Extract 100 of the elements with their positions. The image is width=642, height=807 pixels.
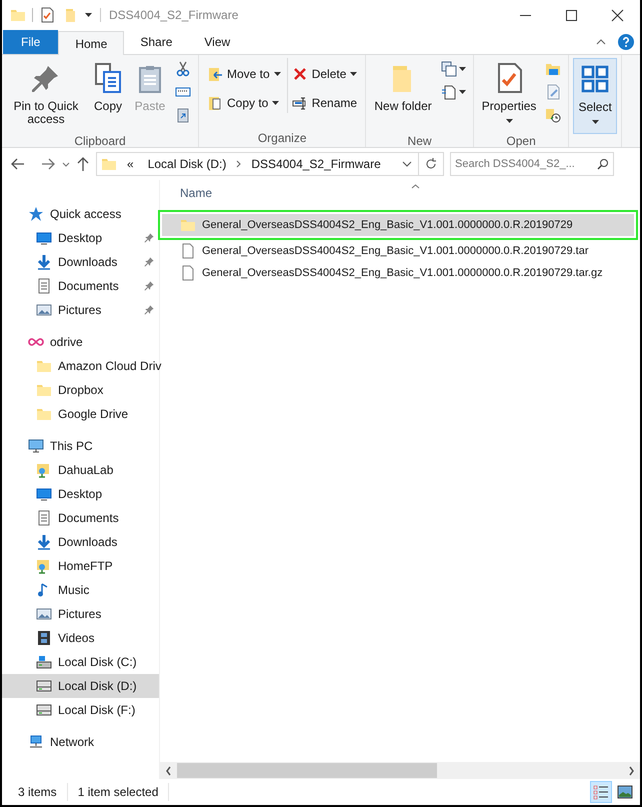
nav-item[interactable]: Pictures: [2, 298, 159, 322]
breadcrumb[interactable]: DSS4004_S2_Firmware: [251, 155, 381, 173]
view-button[interactable]: [590, 781, 612, 803]
item-count: 3 items: [18, 783, 68, 801]
ribbon-tab[interactable]: Share: [124, 30, 188, 54]
pin-icon[interactable]: [144, 256, 155, 267]
drive-icon: [36, 702, 52, 718]
nav-item[interactable]: Pictures: [2, 602, 159, 626]
nav-item[interactable]: DahuaLab: [2, 458, 159, 482]
file-tab[interactable]: File: [3, 30, 58, 54]
sort-icon: [411, 184, 420, 189]
folder-icon: [36, 358, 52, 374]
back-icon[interactable]: [10, 156, 26, 172]
collapse-icon[interactable]: [596, 39, 606, 45]
ribbon-tab[interactable]: View: [188, 30, 246, 54]
nav-item[interactable]: HomeFTP: [2, 554, 159, 578]
nav-item[interactable]: Local Disk (F:): [2, 698, 159, 722]
nav-item[interactable]: Documents: [2, 506, 159, 530]
ribbon-button[interactable]: Copy to: [207, 93, 281, 113]
maximize-icon: [564, 8, 578, 22]
ribbon-button[interactable]: Move to: [207, 64, 281, 84]
file-row[interactable]: General_OverseasDSS4004S2_Eng_Basic_V1.001.0000000.0.R.20190729.tar.gz: [162, 262, 634, 284]
nav-item[interactable]: Videos: [2, 626, 159, 650]
refresh-icon[interactable]: [424, 157, 438, 171]
monitor-icon: [36, 230, 52, 246]
up-icon[interactable]: [76, 156, 90, 172]
nav-item[interactable]: Local Disk (D:): [2, 674, 159, 698]
recent-locations-icon[interactable]: [62, 162, 70, 166]
address-bar[interactable]: « Local Disk (D:) DSS4004_S2_Firmware: [96, 152, 444, 176]
search-icon: [597, 158, 609, 170]
nav-item[interactable]: Downloads: [2, 530, 159, 554]
network-icon: [28, 734, 44, 750]
history-icon: [545, 107, 562, 123]
film-icon: [36, 630, 52, 646]
nav-item[interactable]: Downloads: [2, 250, 159, 274]
window-title: DSS4004_S2_Firmware: [109, 7, 238, 24]
folder-icon: [36, 406, 52, 422]
cut-button[interactable]: [175, 60, 191, 78]
group-label: New: [406, 134, 433, 148]
paste-shortcut-button[interactable]: [175, 106, 191, 124]
scroll-left-icon[interactable]: [166, 766, 171, 776]
caret-icon: [458, 67, 466, 71]
drive-icon: [36, 678, 52, 694]
open-icon: [545, 61, 562, 77]
breadcrumb[interactable]: Local Disk (D:): [148, 155, 226, 173]
file-row[interactable]: General_OverseasDSS4004S2_Eng_Basic_V1.001.0000000.0.R.20190729: [162, 214, 634, 236]
search-field[interactable]: Search DSS4004_S2_...: [450, 152, 614, 176]
breadcrumb[interactable]: «: [127, 155, 134, 173]
ribbon-tab[interactable]: Home: [58, 31, 124, 55]
document-icon: [36, 278, 52, 294]
caret-icon: [458, 90, 466, 94]
drive-icon: [36, 654, 52, 670]
nav-item[interactable]: Google Drive: [2, 402, 159, 426]
document-icon: [36, 510, 52, 526]
nav-item[interactable]: This PC: [2, 434, 159, 458]
details-view-icon: [593, 784, 609, 800]
nav-item[interactable]: Dropbox: [2, 378, 159, 402]
nav-item[interactable]: Network: [2, 730, 159, 754]
ribbon-button[interactable]: New folder: [370, 58, 436, 134]
nav-item[interactable]: Desktop: [2, 482, 159, 506]
scroll-right-icon[interactable]: [629, 766, 634, 776]
easy-access-button[interactable]: [440, 83, 466, 101]
group-label: Clipboard: [73, 134, 127, 148]
folder-icon: [180, 217, 196, 233]
selection-status: 1 item selected: [68, 783, 170, 801]
ribbon-button[interactable]: Rename: [292, 93, 358, 113]
column-header[interactable]: Name: [180, 184, 212, 204]
nav-item[interactable]: Quick access: [2, 202, 159, 226]
nav-item[interactable]: Local Disk (C:): [2, 650, 159, 674]
ribbon-button[interactable]: Copy: [88, 58, 128, 134]
file-row[interactable]: General_OverseasDSS4004S2_Eng_Basic_V1.001.0000000.0.R.20190729.tar: [162, 240, 634, 262]
file-icon: [180, 265, 196, 281]
scissors-icon: [175, 61, 191, 77]
nav-item[interactable]: Music: [2, 578, 159, 602]
ribbon-button[interactable]: Delete: [292, 64, 358, 84]
group-label: Open: [505, 134, 537, 148]
forward-icon[interactable]: [40, 156, 56, 172]
network-folder-icon: [36, 462, 52, 478]
history-button[interactable]: [545, 106, 562, 124]
ribbon-button[interactable]: Pin to Quick access: [6, 58, 86, 134]
rename-icon: [292, 95, 308, 111]
pin-icon[interactable]: [144, 232, 155, 243]
copy-icon: [92, 62, 124, 94]
new-item-button[interactable]: [440, 60, 466, 78]
nav-item[interactable]: Amazon Cloud Driv: [2, 354, 159, 378]
horizontal-scrollbar[interactable]: [160, 762, 640, 779]
nav-item[interactable]: Documents: [2, 274, 159, 298]
group-label: Organize: [256, 131, 308, 145]
help-icon[interactable]: [618, 34, 634, 50]
pin-icon[interactable]: [144, 304, 155, 315]
new-item-icon: [440, 61, 457, 77]
computer-icon: [28, 438, 44, 454]
nav-item[interactable]: odrive: [2, 330, 159, 354]
chevron-icon: [236, 160, 242, 168]
pin-icon[interactable]: [144, 280, 155, 291]
ribbon-button[interactable]: Select: [573, 58, 617, 134]
nav-item[interactable]: Desktop: [2, 226, 159, 250]
star-icon: [28, 206, 44, 222]
ribbon-button[interactable]: Properties: [478, 58, 540, 134]
dropdown-icon[interactable]: [402, 161, 412, 167]
